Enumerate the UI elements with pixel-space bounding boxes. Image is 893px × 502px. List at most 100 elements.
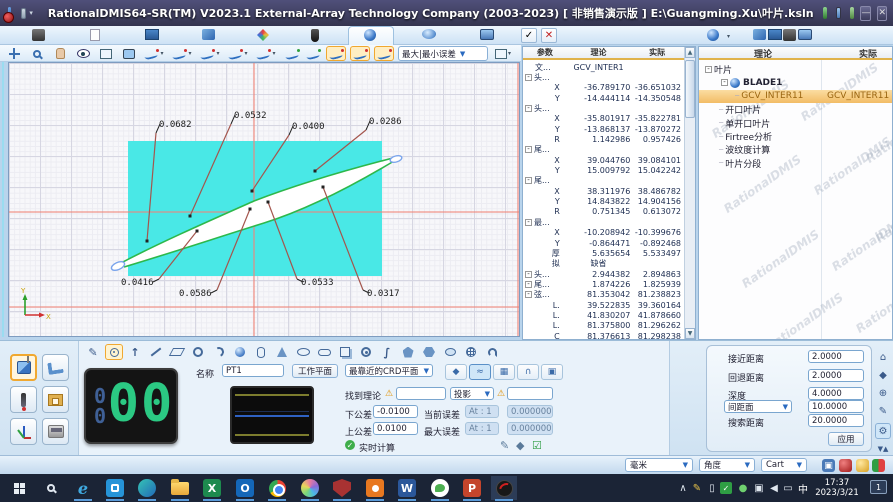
- arc-feature-icon[interactable]: [210, 344, 228, 360]
- display-settings-icon[interactable]: ▾: [493, 46, 513, 61]
- tab-view-icon[interactable]: [422, 29, 438, 42]
- tree-triad-icon[interactable]: [753, 29, 769, 42]
- tree-item-波纹度计算[interactable]: ─波纹度计算: [699, 143, 892, 156]
- realtime-checkbox[interactable]: ✓: [345, 440, 355, 450]
- param-input-3[interactable]: 10.0000: [808, 400, 864, 413]
- table-row[interactable]: Y14.84382214.904156: [523, 196, 684, 206]
- slot-feature-icon[interactable]: [315, 344, 333, 360]
- upper-tol-input[interactable]: 0.0100: [373, 422, 418, 435]
- caliper-mode-button[interactable]: [42, 354, 69, 381]
- tree-expand-icon[interactable]: -: [705, 66, 712, 73]
- tree-item-Firtree分析[interactable]: ─Firtree分析: [699, 130, 892, 143]
- tray-ime-icon[interactable]: 中: [796, 481, 810, 495]
- status-window-icon[interactable]: ▣: [822, 459, 835, 472]
- graphics-viewport[interactable]: 0.06820.05320.04000.02860.04160.05860.05…: [8, 62, 520, 337]
- tab-file-icon[interactable]: [32, 29, 48, 42]
- remote-tools-icon[interactable]: [823, 7, 827, 19]
- table-scrollbar[interactable]: ▲ ▼: [684, 47, 695, 339]
- angle-dropdown[interactable]: 角度▼: [699, 458, 755, 472]
- security-icon[interactable]: [329, 476, 355, 500]
- expand-icon[interactable]: -: [525, 177, 532, 184]
- sphere-feature-icon[interactable]: [231, 344, 249, 360]
- blade-eval-2-icon[interactable]: ▾: [172, 46, 192, 61]
- param-input-1[interactable]: 2.0000: [808, 369, 864, 382]
- zoom-icon[interactable]: [27, 46, 47, 61]
- tab-graph-view[interactable]: ≈: [469, 364, 491, 380]
- pan-icon[interactable]: [4, 46, 24, 61]
- license-keys-icon[interactable]: [850, 7, 854, 19]
- table-row[interactable]: L.41.83020741.878660: [523, 310, 684, 320]
- table-row[interactable]: 文...GCV_INTER1: [523, 62, 684, 72]
- calculator-icon[interactable]: [836, 7, 842, 19]
- tools-home-icon[interactable]: ⌂: [875, 349, 891, 365]
- param-input-4[interactable]: 20.0000: [808, 414, 864, 427]
- probe-config-button[interactable]: [10, 386, 37, 413]
- tray-usb-icon[interactable]: ▯: [705, 481, 719, 495]
- units-dropdown[interactable]: 毫米▼: [625, 458, 693, 472]
- cmm-machine-button[interactable]: [42, 418, 69, 445]
- curve-feature-icon[interactable]: ∫: [378, 344, 396, 360]
- status-ball-icon[interactable]: [839, 459, 852, 472]
- probe-tool-icon[interactable]: ◆: [875, 367, 891, 383]
- tab-arc-view[interactable]: ∩: [517, 364, 539, 380]
- table-row[interactable]: 厚5.6356545.533497: [523, 248, 684, 258]
- tab-report-icon[interactable]: [145, 29, 161, 42]
- tree-report-icon[interactable]: [798, 29, 814, 42]
- tree-blade-view-icon[interactable]: ▾: [707, 29, 723, 42]
- table-row[interactable]: X-10.208942-10.399676: [523, 228, 684, 238]
- table-row[interactable]: -最...: [523, 217, 684, 227]
- tab-table-view[interactable]: ▦: [493, 364, 515, 380]
- photos-icon[interactable]: [102, 476, 128, 500]
- table-row[interactable]: R0.7513450.613072: [523, 207, 684, 217]
- blade-eval-5-icon[interactable]: ▾: [256, 46, 276, 61]
- feature-tree-panel[interactable]: 理论 实际 RationalDMISRationalDMISRationalDM…: [698, 46, 893, 340]
- blade-fit-1-icon[interactable]: [326, 46, 346, 61]
- table-row[interactable]: -头...2.9443822.894863: [523, 269, 684, 279]
- table-row[interactable]: -头...: [523, 103, 684, 113]
- apply-button[interactable]: 应用: [828, 432, 864, 446]
- table-row[interactable]: -弦...81.35304281.238823: [523, 290, 684, 300]
- probe-measure-icon[interactable]: ✎: [84, 344, 102, 360]
- expand-icon[interactable]: -: [525, 219, 532, 226]
- expand-icon[interactable]: -: [525, 271, 532, 278]
- cone-feature-icon[interactable]: [273, 344, 291, 360]
- tray-wechat-icon[interactable]: ●: [736, 481, 750, 495]
- paint-icon[interactable]: [297, 476, 323, 500]
- rationaldmis-icon[interactable]: [491, 476, 517, 500]
- blade-section-1-icon[interactable]: [282, 46, 302, 61]
- cylinder-feature-icon[interactable]: [252, 344, 270, 360]
- inspect-tool-icon[interactable]: ⊕: [875, 385, 891, 401]
- cancel-x-icon[interactable]: ✕: [541, 28, 557, 43]
- tray-pen-icon[interactable]: ✎: [690, 481, 704, 495]
- status-multi-icon[interactable]: [872, 459, 885, 472]
- notification-badge[interactable]: 1: [870, 480, 887, 494]
- status-pen-icon[interactable]: [856, 459, 869, 472]
- tree-camera-icon[interactable]: [783, 29, 799, 42]
- reader-icon[interactable]: [362, 476, 388, 500]
- tree-item-叶片[interactable]: -叶片: [699, 63, 892, 76]
- expand-icon[interactable]: -: [525, 105, 532, 112]
- tab-report-view[interactable]: ▣: [541, 364, 563, 380]
- machine-mode-button[interactable]: [10, 354, 37, 381]
- tab-color-icon[interactable]: [257, 29, 273, 42]
- projection-input[interactable]: [507, 387, 553, 400]
- tree-item-开口叶片[interactable]: ─开口叶片: [699, 103, 892, 116]
- expand-icon[interactable]: -: [525, 74, 532, 81]
- plane-feature-icon[interactable]: [168, 344, 186, 360]
- scroll-thumb[interactable]: [685, 60, 695, 118]
- tab-export-icon[interactable]: [202, 29, 218, 42]
- tree-window-icon[interactable]: [768, 29, 784, 42]
- tab-blade-icon[interactable]: [364, 29, 380, 42]
- table-row[interactable]: -尾...: [523, 145, 684, 155]
- table-row[interactable]: L.81.37580081.296262: [523, 321, 684, 331]
- workplane-button[interactable]: 工作平面: [292, 364, 338, 378]
- tree-expand-icon[interactable]: -: [721, 79, 728, 86]
- table-row[interactable]: 拟缺省: [523, 259, 684, 269]
- table-row[interactable]: Y-0.864471-0.892468: [523, 238, 684, 248]
- tree-item-叶片分段[interactable]: ─叶片分段: [699, 157, 892, 170]
- net-feature-icon[interactable]: [462, 344, 480, 360]
- find-theory-input[interactable]: [396, 387, 446, 400]
- close-button[interactable]: ✕: [877, 6, 887, 21]
- param-input-0[interactable]: 2.0000: [808, 350, 864, 363]
- taskbar-search-button[interactable]: [38, 476, 64, 500]
